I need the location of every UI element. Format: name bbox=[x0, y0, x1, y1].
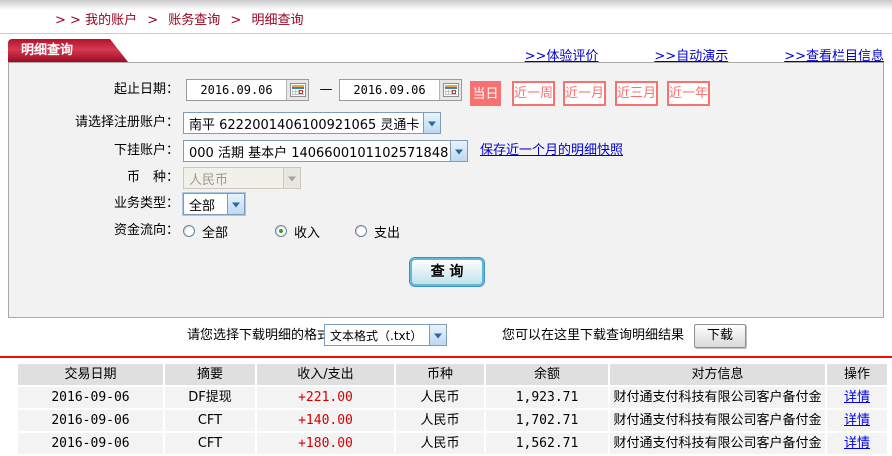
header-balance: 余额 bbox=[486, 364, 608, 385]
range-quarter-button[interactable]: 近三月 bbox=[615, 81, 658, 106]
date-range-dash: — bbox=[319, 82, 333, 97]
chevron-down-icon[interactable] bbox=[423, 113, 440, 133]
business-type-select[interactable]: 全部 bbox=[183, 193, 245, 215]
end-date-calendar-button[interactable] bbox=[439, 80, 461, 100]
detail-link[interactable]: 详情 bbox=[844, 436, 870, 451]
breadcrumb: > > 我的账户 > 账务查询 > 明细查询 bbox=[55, 9, 303, 28]
start-date-input[interactable] bbox=[187, 80, 286, 100]
header-action: 操作 bbox=[827, 364, 887, 385]
cell-action: 详情 bbox=[827, 433, 887, 454]
breadcrumb-separator: > bbox=[230, 13, 242, 28]
cell-date: 2016-09-06 bbox=[18, 410, 163, 431]
register-account-label: 请选择注册账户： bbox=[74, 115, 179, 130]
cell-action: 详情 bbox=[827, 387, 887, 408]
cell-date: 2016-09-06 bbox=[18, 433, 163, 454]
query-button[interactable]: 查 询 bbox=[410, 258, 484, 286]
radio-checked-icon[interactable] bbox=[275, 225, 287, 237]
sub-account-select[interactable]: 000 活期 基本户 1406600101102571848 bbox=[183, 140, 468, 162]
fund-flow-radio-group: 全部 收入 支出 bbox=[183, 220, 435, 242]
flow-income-label: 收入 bbox=[294, 225, 321, 241]
download-format-label: 请您选择下载明细的格式 bbox=[187, 328, 331, 343]
cell-summary: CFT bbox=[165, 410, 255, 431]
calendar-icon bbox=[442, 83, 459, 97]
cell-date: 2016-09-06 bbox=[18, 387, 163, 408]
end-date-field[interactable] bbox=[339, 79, 462, 101]
transactions-table: 交易日期 摘要 收入/支出 币种 余额 对方信息 操作 2016-09-06 D… bbox=[18, 364, 887, 456]
flow-all-label: 全部 bbox=[202, 225, 229, 241]
fund-flow-label: 资金流向： bbox=[113, 223, 179, 238]
cell-counterparty: 财付通支付科技有限公司客户备付金 bbox=[610, 410, 825, 431]
chevron-down-icon bbox=[283, 168, 300, 188]
chevron-down-icon[interactable] bbox=[450, 141, 467, 161]
table-header-row: 交易日期 摘要 收入/支出 币种 余额 对方信息 操作 bbox=[18, 364, 887, 385]
range-week-button[interactable]: 近一周 bbox=[512, 81, 555, 106]
business-type-label: 业务类型： bbox=[113, 196, 179, 211]
start-date-field[interactable] bbox=[186, 79, 309, 101]
download-button[interactable]: 下载 bbox=[694, 324, 746, 348]
breadcrumb-item-my-account[interactable]: 我的账户 bbox=[85, 13, 137, 28]
cell-counterparty: 财付通支付科技有限公司客户备付金 bbox=[610, 433, 825, 454]
cell-action: 详情 bbox=[827, 410, 887, 431]
detail-link[interactable]: 详情 bbox=[844, 413, 870, 428]
header-counterparty: 对方信息 bbox=[610, 364, 825, 385]
register-account-select[interactable]: 南平 6222001406100921065 灵通卡 bbox=[183, 112, 441, 134]
download-format-value: 文本格式（.txt） bbox=[330, 328, 423, 343]
flow-income-radio[interactable]: 收入 bbox=[275, 222, 355, 241]
start-date-calendar-button[interactable] bbox=[286, 80, 308, 100]
cell-summary: CFT bbox=[165, 433, 255, 454]
breadcrumb-item-detail-query[interactable]: 明细查询 bbox=[251, 13, 303, 28]
cell-currency: 人民币 bbox=[396, 433, 484, 454]
sub-account-label: 下挂账户： bbox=[113, 143, 179, 158]
table-row: 2016-09-06 CFT +140.00 人民币 1,702.71 财付通支… bbox=[18, 410, 887, 431]
download-hint-text: 您可以在这里下载查询明细结果 bbox=[502, 328, 685, 343]
date-range-label: 起止日期： bbox=[113, 82, 179, 97]
chevron-down-icon[interactable] bbox=[227, 194, 244, 214]
range-year-button[interactable]: 近一年 bbox=[667, 81, 710, 106]
header-summary: 摘要 bbox=[165, 364, 255, 385]
breadcrumb-item-account-query[interactable]: 账务查询 bbox=[168, 13, 220, 28]
header-currency: 币种 bbox=[396, 364, 484, 385]
radio-unchecked-icon[interactable] bbox=[355, 225, 367, 237]
header-date: 交易日期 bbox=[18, 364, 163, 385]
table-separator-line bbox=[0, 356, 892, 358]
radio-unchecked-icon[interactable] bbox=[183, 225, 195, 237]
cell-summary: DF提现 bbox=[165, 387, 255, 408]
end-date-input[interactable] bbox=[340, 80, 439, 100]
download-format-select[interactable]: 文本格式（.txt） bbox=[324, 324, 447, 346]
cell-currency: 人民币 bbox=[396, 410, 484, 431]
business-type-value: 全部 bbox=[189, 198, 216, 214]
register-account-value: 南平 6222001406100921065 灵通卡 bbox=[189, 117, 420, 133]
table-row: 2016-09-06 DF提现 +221.00 人民币 1,923.71 财付通… bbox=[18, 387, 887, 408]
cell-counterparty: 财付通支付科技有限公司客户备付金 bbox=[610, 387, 825, 408]
breadcrumb-separator: > bbox=[147, 13, 159, 28]
flow-all-radio[interactable]: 全部 bbox=[183, 222, 275, 241]
cell-amount: +140.00 bbox=[257, 410, 394, 431]
cell-balance: 1,923.71 bbox=[486, 387, 608, 408]
detail-link[interactable]: 详情 bbox=[844, 390, 870, 405]
cell-balance: 1,702.71 bbox=[486, 410, 608, 431]
currency-select-disabled: 人民币 bbox=[183, 167, 301, 189]
breadcrumb-prefix: > > bbox=[55, 13, 81, 28]
chevron-down-icon[interactable] bbox=[429, 325, 446, 345]
cell-amount: +221.00 bbox=[257, 387, 394, 408]
currency-label: 币 种： bbox=[126, 170, 179, 185]
range-today-button[interactable]: 当日 bbox=[470, 81, 501, 106]
save-snapshot-link[interactable]: 保存近一个月的明细快照 bbox=[480, 140, 623, 162]
currency-value: 人民币 bbox=[189, 172, 229, 188]
sub-account-value: 000 活期 基本户 1406600101102571848 bbox=[189, 145, 449, 161]
range-month-button[interactable]: 近一月 bbox=[563, 81, 606, 106]
cell-amount: +180.00 bbox=[257, 433, 394, 454]
header-divider bbox=[0, 33, 892, 34]
calendar-icon bbox=[289, 83, 306, 97]
cell-currency: 人民币 bbox=[396, 387, 484, 408]
download-row: 请您选择下载明细的格式 文本格式（.txt） 您可以在这里下载查询明细结果 下载 bbox=[0, 322, 892, 350]
table-row: 2016-09-06 CFT +180.00 人民币 1,562.71 财付通支… bbox=[18, 433, 887, 454]
header-amount: 收入/支出 bbox=[257, 364, 394, 385]
cell-balance: 1,562.71 bbox=[486, 433, 608, 454]
flow-expense-radio[interactable]: 支出 bbox=[355, 222, 435, 241]
query-form-panel: 起止日期： — 当日 近一周 近一月 近三月 近一年 请选择注册账户： 南平 6… bbox=[8, 62, 884, 318]
flow-expense-label: 支出 bbox=[374, 225, 401, 241]
